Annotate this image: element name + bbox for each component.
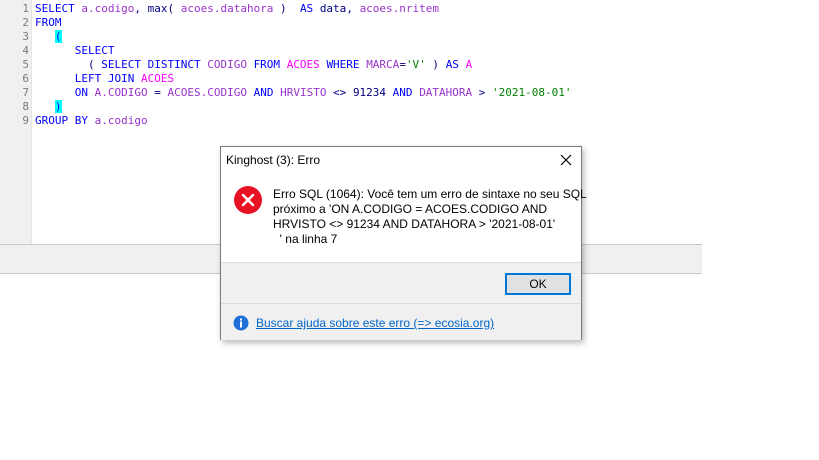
line-number: 1 [22,2,29,15]
code-token: AND [386,86,420,99]
code-line: SELECT a.codigo, max( acoes.datahora ) A… [35,2,572,16]
code-token: ACOES [286,58,327,71]
error-dialog: Kinghost (3): Erro Erro SQL (1064): Você… [220,146,587,340]
code-token: LEFT JOIN [35,72,141,85]
code-line: FROM [35,16,572,30]
code-line: ON A.CODIGO = ACOES.CODIGO AND HRVISTO <… [35,86,572,100]
code-token: SELECT DISTINCT [101,58,208,71]
code-token: ( [54,30,62,43]
code-line: ( [35,30,572,44]
sql-code-area[interactable]: SELECT a.codigo, max( acoes.datahora ) A… [35,2,572,128]
info-icon [233,315,249,331]
close-icon[interactable] [555,149,577,171]
code-token: MARCA [366,58,400,71]
code-token: HRVISTO [280,86,327,99]
code-token: ) [273,2,300,15]
code-token: = [399,58,406,71]
code-token: a.codigo [94,114,148,127]
code-token: SELECT [35,2,82,15]
code-token: , [346,2,360,15]
dialog-titlebar[interactable]: Kinghost (3): Erro [221,147,581,172]
code-token: > [472,86,493,99]
code-token: AND [246,86,281,99]
code-token: AS [299,2,320,15]
line-number: 7 [22,86,29,99]
code-line: LEFT JOIN ACOES [35,72,572,86]
code-token: data [319,2,347,15]
code-token: ) [425,58,446,71]
code-line: ( SELECT DISTINCT CODIGO FROM ACOES WHER… [35,58,572,72]
code-token: ACOES [140,72,175,85]
line-number: 5 [22,58,29,71]
ok-button[interactable]: OK [505,273,571,295]
code-token: a.codigo [81,2,135,15]
code-token: CODIGO [207,58,254,71]
error-message: Erro SQL (1064): Você tem um erro de sin… [273,187,587,246]
code-token: 'V' [405,58,426,71]
code-token: ACOES.CODIGO [167,86,247,99]
code-line: GROUP BY a.codigo [35,114,572,128]
line-number: 9 [22,114,29,127]
line-number: 8 [22,100,29,113]
code-token: A [465,58,473,71]
code-token: = [147,86,168,99]
code-line: ) [35,100,572,114]
dialog-help-area: Buscar ajuda sobre este erro (=> ecosia.… [221,303,581,340]
code-token: ( [35,58,102,71]
line-number-gutter: 123456789 [0,0,32,244]
code-token: ON [35,86,95,99]
code-token: AS [445,58,466,71]
code-token: , [134,2,148,15]
code-token: 91234 [352,86,387,99]
code-token: WHERE [326,58,367,71]
code-token: DATAHORA [419,86,473,99]
line-number: 3 [22,30,29,43]
code-token: acoes.datahora [180,2,274,15]
code-line: SELECT [35,44,572,58]
code-token: FROM [35,16,62,29]
code-token: A.CODIGO [94,86,148,99]
error-x-circle-icon [233,185,263,215]
dialog-button-area: OK [221,262,581,303]
code-token: ( [167,2,181,15]
code-token: acoes.nritem [359,2,440,15]
line-number: 6 [22,72,29,85]
code-token: FROM [253,58,287,71]
code-token: GROUP BY [35,114,95,127]
help-link[interactable]: Buscar ajuda sobre este erro (=> ecosia.… [256,316,494,330]
code-token: '2021-08-01' [492,86,572,99]
code-token: max [147,2,168,15]
line-number: 4 [22,44,29,57]
code-token: ) [54,100,62,113]
code-token: SELECT [35,44,115,57]
dialog-title: Kinghost (3): Erro [226,153,321,167]
line-number: 2 [22,16,29,29]
code-token: <> [326,86,353,99]
